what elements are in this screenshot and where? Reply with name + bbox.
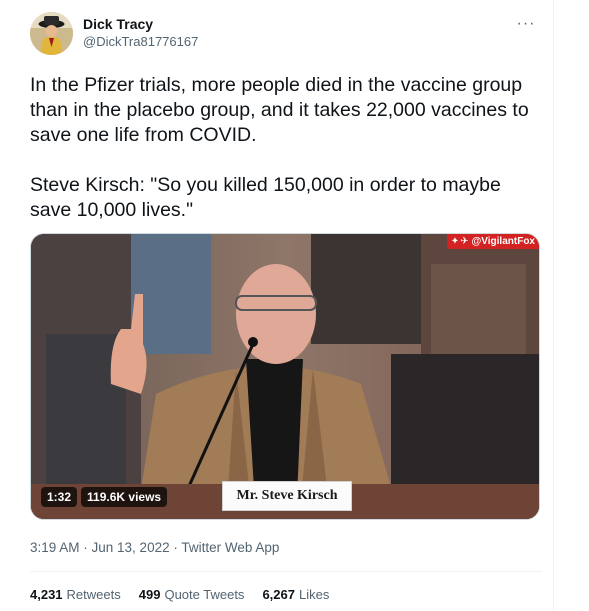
- retweets-label: Retweets: [66, 587, 121, 602]
- column-divider: [553, 0, 554, 611]
- tweet-stats: 4,231 Retweets 499 Quote Tweets 6,267 Li…: [30, 586, 329, 604]
- likes-stat[interactable]: 6,267 Likes: [262, 586, 329, 604]
- likes-label: Likes: [298, 587, 330, 602]
- divider: [30, 571, 542, 572]
- quote-tweets-stat[interactable]: 499 Quote Tweets: [139, 586, 245, 604]
- author-display-name[interactable]: Dick Tracy: [83, 15, 198, 33]
- retweets-stat[interactable]: 4,231 Retweets: [30, 586, 121, 604]
- tweet-timestamp[interactable]: 3:19 AM · Jun 13, 2022 · Twitter Web App: [30, 539, 279, 557]
- video-frame: [31, 234, 539, 519]
- author-handle[interactable]: @DickTra81776167: [83, 33, 198, 51]
- video-meta: 1:32 119.6K views: [41, 487, 168, 507]
- watermark-text: @VigilantFox: [471, 236, 535, 247]
- more-icon[interactable]: ···: [514, 14, 538, 34]
- avatar[interactable]: [30, 12, 73, 55]
- retweets-count: 4,231: [30, 587, 63, 602]
- tweet-header: Dick Tracy @DickTra81776167 ···: [30, 12, 542, 58]
- video-duration: 1:32: [41, 487, 78, 507]
- watermark-badge: ✦✈ @VigilantFox: [446, 234, 539, 249]
- quote-tweets-count: 499: [138, 587, 161, 602]
- video-views: 119.6K views: [81, 487, 168, 507]
- nameplate: Mr. Steve Kirsch: [222, 481, 352, 511]
- tweet-text: In the Pfizer trials, more people died i…: [30, 74, 529, 221]
- likes-count: 6,267: [262, 587, 295, 602]
- author-info[interactable]: Dick Tracy @DickTra81776167: [83, 15, 198, 51]
- video-player[interactable]: ✦✈ @VigilantFox Mr. Steve Kirsch 1:32 11…: [30, 233, 540, 520]
- social-icons: ✦✈: [450, 236, 470, 247]
- quote-tweets-label: Quote Tweets: [164, 587, 245, 602]
